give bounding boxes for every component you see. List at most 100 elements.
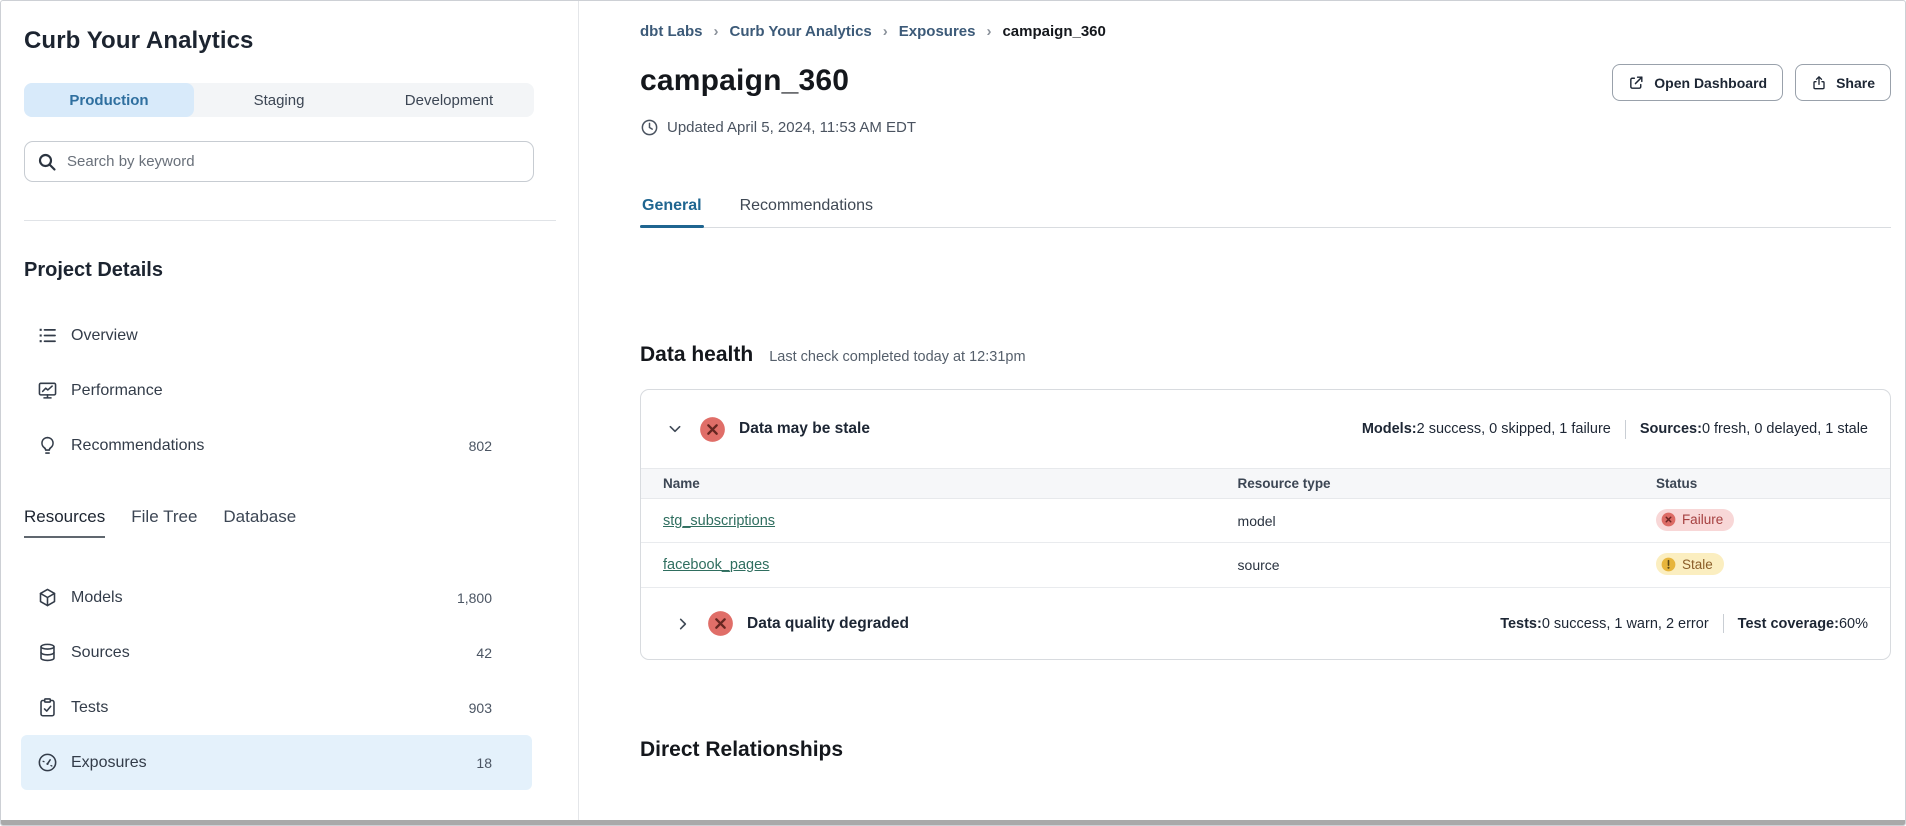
updated-timestamp: Updated April 5, 2024, 11:53 AM EDT xyxy=(667,119,916,136)
sidebar-item-label: Sources xyxy=(71,644,130,662)
chevron-right-icon xyxy=(986,23,991,40)
clipboard-check-icon xyxy=(37,697,58,718)
sidebar-item-label: Models xyxy=(71,589,123,607)
table-row: stg_subscriptions model Failure xyxy=(641,499,1890,543)
breadcrumb-link-project[interactable]: Curb Your Analytics xyxy=(730,23,872,40)
resource-link-facebook-pages[interactable]: facebook_pages xyxy=(663,557,769,573)
sidebar: Curb Your Analytics Production Staging D… xyxy=(1,1,579,825)
database-icon xyxy=(37,642,58,663)
sidebar-item-label: Exposures xyxy=(71,754,147,772)
title-row: campaign_360 Open Dashboard xyxy=(640,64,1891,101)
project-details-nav: Overview Performance xyxy=(24,308,555,473)
updated-row: Updated April 5, 2024, 11:53 AM EDT xyxy=(640,118,1891,137)
cube-icon xyxy=(37,587,58,608)
last-check-text: Last check completed today at 12:31pm xyxy=(769,349,1025,365)
chevron-right-icon xyxy=(883,23,888,40)
chevron-down-icon[interactable] xyxy=(663,417,687,441)
sidebar-item-count: 802 xyxy=(469,438,492,454)
sidebar-item-recommendations[interactable]: Recommendations 802 xyxy=(21,418,532,473)
page-actions: Open Dashboard Share xyxy=(1612,64,1891,101)
breadcrumb-current: campaign_360 xyxy=(1002,23,1105,40)
sidebar-item-overview[interactable]: Overview xyxy=(21,308,532,363)
status-badge-label: Stale xyxy=(1682,557,1713,572)
section-title: Data may be stale xyxy=(739,420,870,438)
share-button[interactable]: Share xyxy=(1795,64,1891,101)
direct-relationships-heading: Direct Relationships xyxy=(640,738,1891,762)
sidebar-item-label: Recommendations xyxy=(71,437,204,455)
sidebar-item-count: 18 xyxy=(476,755,492,771)
resource-type: model xyxy=(1216,513,1634,529)
clock-icon xyxy=(640,118,659,137)
section-meta: Models 2 success, 0 skipped, 1 failure S… xyxy=(1362,420,1868,439)
sidebar-item-tests[interactable]: Tests 903 xyxy=(21,680,532,735)
meta-divider xyxy=(1723,614,1724,633)
tab-general[interactable]: General xyxy=(640,197,704,227)
breadcrumb: dbt Labs Curb Your Analytics Exposures c… xyxy=(640,23,1891,40)
sidebar-item-label: Tests xyxy=(71,699,108,717)
column-header-resource-type: Resource type xyxy=(1216,476,1634,491)
section-meta: Tests 0 success, 1 warn, 2 error Test co… xyxy=(1500,614,1868,633)
env-tab-staging[interactable]: Staging xyxy=(194,83,364,117)
open-dashboard-label: Open Dashboard xyxy=(1654,75,1767,91)
sidebar-item-label: Overview xyxy=(71,327,138,345)
error-circle-icon xyxy=(707,610,734,637)
sidebar-item-sources[interactable]: Sources 42 xyxy=(21,625,532,680)
search-input[interactable] xyxy=(67,153,521,170)
table-row: facebook_pages source Stale xyxy=(641,543,1890,587)
meta-value: 2 success, 0 skipped, 1 failure xyxy=(1417,421,1611,437)
tab-file-tree[interactable]: File Tree xyxy=(131,507,197,538)
env-tab-production[interactable]: Production xyxy=(24,83,194,117)
column-header-name: Name xyxy=(641,476,1216,491)
status-badge-stale: Stale xyxy=(1656,553,1724,575)
status-badge-label: Failure xyxy=(1682,512,1723,527)
section-title: Data quality degraded xyxy=(747,615,909,633)
resource-type: source xyxy=(1216,557,1634,573)
warning-circle-icon xyxy=(1661,557,1676,572)
sidebar-item-exposures[interactable]: Exposures 18 xyxy=(21,735,532,790)
main-content: dbt Labs Curb Your Analytics Exposures c… xyxy=(579,1,1906,825)
section-data-may-be-stale: Data may be stale Models 2 success, 0 sk… xyxy=(641,390,1890,468)
env-tab-development[interactable]: Development xyxy=(364,83,534,117)
tab-database[interactable]: Database xyxy=(223,507,296,538)
breadcrumb-link-dbt-labs[interactable]: dbt Labs xyxy=(640,23,703,40)
resource-browser-tabs: Resources File Tree Database xyxy=(24,507,555,538)
environment-switcher: Production Staging Development xyxy=(24,83,534,117)
sidebar-item-count: 1,800 xyxy=(457,590,492,606)
open-dashboard-button[interactable]: Open Dashboard xyxy=(1612,64,1783,101)
error-circle-icon xyxy=(699,416,726,443)
tab-resources[interactable]: Resources xyxy=(24,507,105,538)
data-health-table: Name Resource type Status stg_subscripti… xyxy=(641,468,1890,587)
resource-link-stg-subscriptions[interactable]: stg_subscriptions xyxy=(663,513,775,529)
project-name-title: Curb Your Analytics xyxy=(24,27,555,55)
share-icon xyxy=(1811,75,1827,91)
sidebar-item-count: 42 xyxy=(476,645,492,661)
chevron-right-icon xyxy=(714,23,719,40)
sidebar-item-models[interactable]: Models 1,800 xyxy=(21,570,532,625)
main-tabs: General Recommendations xyxy=(640,197,1891,228)
meta-label: Tests xyxy=(1500,616,1542,632)
meta-label: Test coverage xyxy=(1738,616,1839,632)
section-data-quality-degraded: Data quality degraded Tests 0 success, 1… xyxy=(641,587,1890,659)
search-box[interactable] xyxy=(24,141,534,182)
data-health-heading: Data health xyxy=(640,343,753,367)
lightbulb-icon xyxy=(37,435,58,456)
sidebar-item-label: Performance xyxy=(71,382,163,400)
search-icon xyxy=(37,152,57,172)
sidebar-item-performance[interactable]: Performance xyxy=(21,363,532,418)
tab-recommendations[interactable]: Recommendations xyxy=(738,197,875,227)
gauge-icon xyxy=(37,752,58,773)
chevron-right-icon[interactable] xyxy=(671,612,695,636)
performance-chart-icon xyxy=(37,380,58,401)
meta-value: 0 success, 1 warn, 2 error xyxy=(1542,616,1709,632)
breadcrumb-link-exposures[interactable]: Exposures xyxy=(899,23,976,40)
meta-label: Sources xyxy=(1640,421,1702,437)
share-label: Share xyxy=(1836,75,1875,91)
column-header-status: Status xyxy=(1634,476,1890,491)
external-link-icon xyxy=(1628,74,1645,91)
meta-value: 60% xyxy=(1839,616,1868,632)
sidebar-item-count: 903 xyxy=(469,700,492,716)
page-title: campaign_360 xyxy=(640,64,849,98)
list-icon xyxy=(37,325,58,346)
data-health-heading-row: Data health Last check completed today a… xyxy=(640,343,1891,367)
data-health-card: Data may be stale Models 2 success, 0 sk… xyxy=(640,389,1891,660)
